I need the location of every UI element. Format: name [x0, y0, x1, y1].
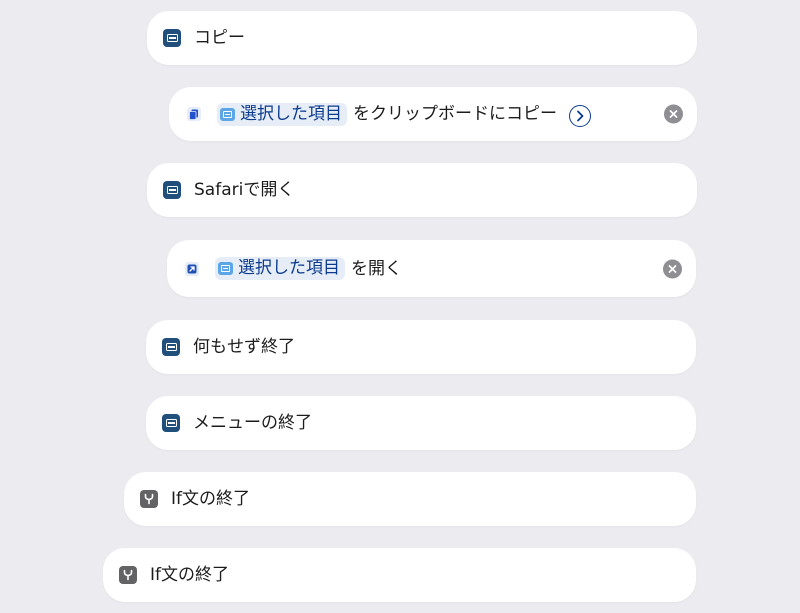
chevron-right-circle-icon[interactable] [569, 104, 591, 127]
variable-token-selected-item[interactable]: 選択した項目 [215, 257, 345, 280]
clear-icon[interactable] [663, 259, 682, 278]
action-end-menu[interactable]: メニューの終了 [146, 396, 696, 450]
clipboard-icon [187, 107, 201, 121]
menu-variable-icon [218, 262, 233, 275]
action-open-in-safari[interactable]: Safariで開く [147, 163, 697, 217]
clear-icon[interactable] [664, 104, 683, 124]
menu-variable-icon [220, 107, 235, 121]
menu-item-icon [162, 414, 180, 432]
variable-token-selected-item[interactable]: 選択した項目 [217, 102, 347, 126]
action-suffix: をクリップボードにコピー [353, 104, 557, 124]
action-suffix: を開く [351, 258, 402, 279]
menu-item-icon [163, 181, 181, 199]
if-branch-icon [140, 490, 158, 508]
action-label: メニューの終了 [193, 413, 312, 433]
action-copy-to-clipboard[interactable]: 選択した項目 をクリップボードにコピー [169, 87, 697, 141]
action-end-if[interactable]: If文の終了 [124, 472, 696, 526]
action-end-if[interactable]: If文の終了 [103, 548, 696, 602]
token-label: 選択した項目 [240, 103, 342, 124]
token-label: 選択した項目 [238, 258, 340, 278]
if-branch-icon [119, 566, 137, 584]
menu-item-icon [163, 29, 181, 47]
action-label: コピー [194, 28, 245, 48]
action-label: If文の終了 [150, 565, 229, 585]
action-open-item[interactable]: 選択した項目 を開く [167, 240, 696, 297]
action-exit-without-action[interactable]: 何もせず終了 [146, 320, 696, 374]
action-label: 何もせず終了 [193, 337, 295, 357]
action-label: Safariで開く [194, 180, 295, 200]
action-copy[interactable]: コピー [147, 11, 697, 65]
open-arrow-icon [185, 261, 199, 276]
action-label: If文の終了 [171, 489, 250, 509]
menu-item-icon [162, 338, 180, 356]
